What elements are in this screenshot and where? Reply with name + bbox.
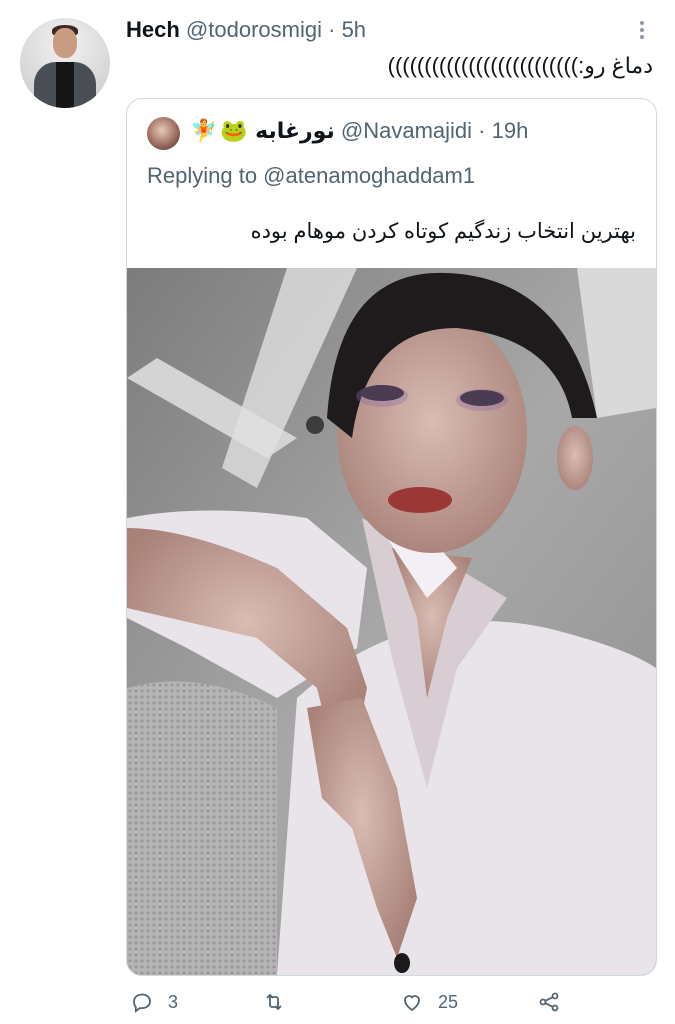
- retweet-icon: [266, 993, 282, 1011]
- tweet-header: Hech @todorosmigi · 5h: [126, 17, 366, 43]
- author-handle[interactable]: @todorosmigi: [186, 17, 322, 42]
- quoted-author-name[interactable]: نورغابه: [255, 118, 335, 143]
- quoted-avatar[interactable]: [147, 117, 180, 150]
- frog-emoji: 🐸: [220, 118, 248, 143]
- author-name[interactable]: Hech: [126, 17, 180, 42]
- reply-icon: [133, 993, 151, 1013]
- quoted-time[interactable]: 19h: [492, 118, 529, 143]
- quoted-separator: ·: [478, 118, 486, 143]
- separator-dot: ·: [328, 17, 336, 42]
- fairy-emoji: 🧚: [190, 118, 218, 143]
- quoted-tweet[interactable]: 🧚 🐸 نورغابه @Navamajidi · 19h Replying to…: [126, 98, 657, 976]
- share-button[interactable]: [537, 990, 561, 1014]
- retweet-button[interactable]: [262, 990, 286, 1014]
- tweet-actions: 3 25: [126, 990, 655, 1020]
- tweet-time[interactable]: 5h: [342, 17, 366, 42]
- quoted-author-handle[interactable]: @Navamajidi: [341, 118, 472, 143]
- quoted-text: بهترین انتخاب زندگیم کوتاه کردن موهام بو…: [250, 220, 636, 243]
- like-count: 25: [438, 991, 459, 1012]
- reply-button[interactable]: 3: [130, 990, 178, 1014]
- share-icon: [539, 992, 559, 1012]
- reply-count: 3: [168, 991, 179, 1012]
- like-button[interactable]: 25: [400, 990, 458, 1014]
- quoted-header: 🧚 🐸 نورغابه @Navamajidi · 19h: [189, 118, 528, 144]
- tweet-avatar[interactable]: [20, 18, 110, 108]
- tweet-text: دماغ رو:)))))))))))))))))))))))))): [387, 53, 653, 78]
- like-icon: [404, 995, 420, 1012]
- quoted-photo[interactable]: [127, 268, 656, 975]
- more-icon[interactable]: [632, 18, 652, 42]
- replying-to: Replying to @atenamoghaddam1: [147, 163, 476, 188]
